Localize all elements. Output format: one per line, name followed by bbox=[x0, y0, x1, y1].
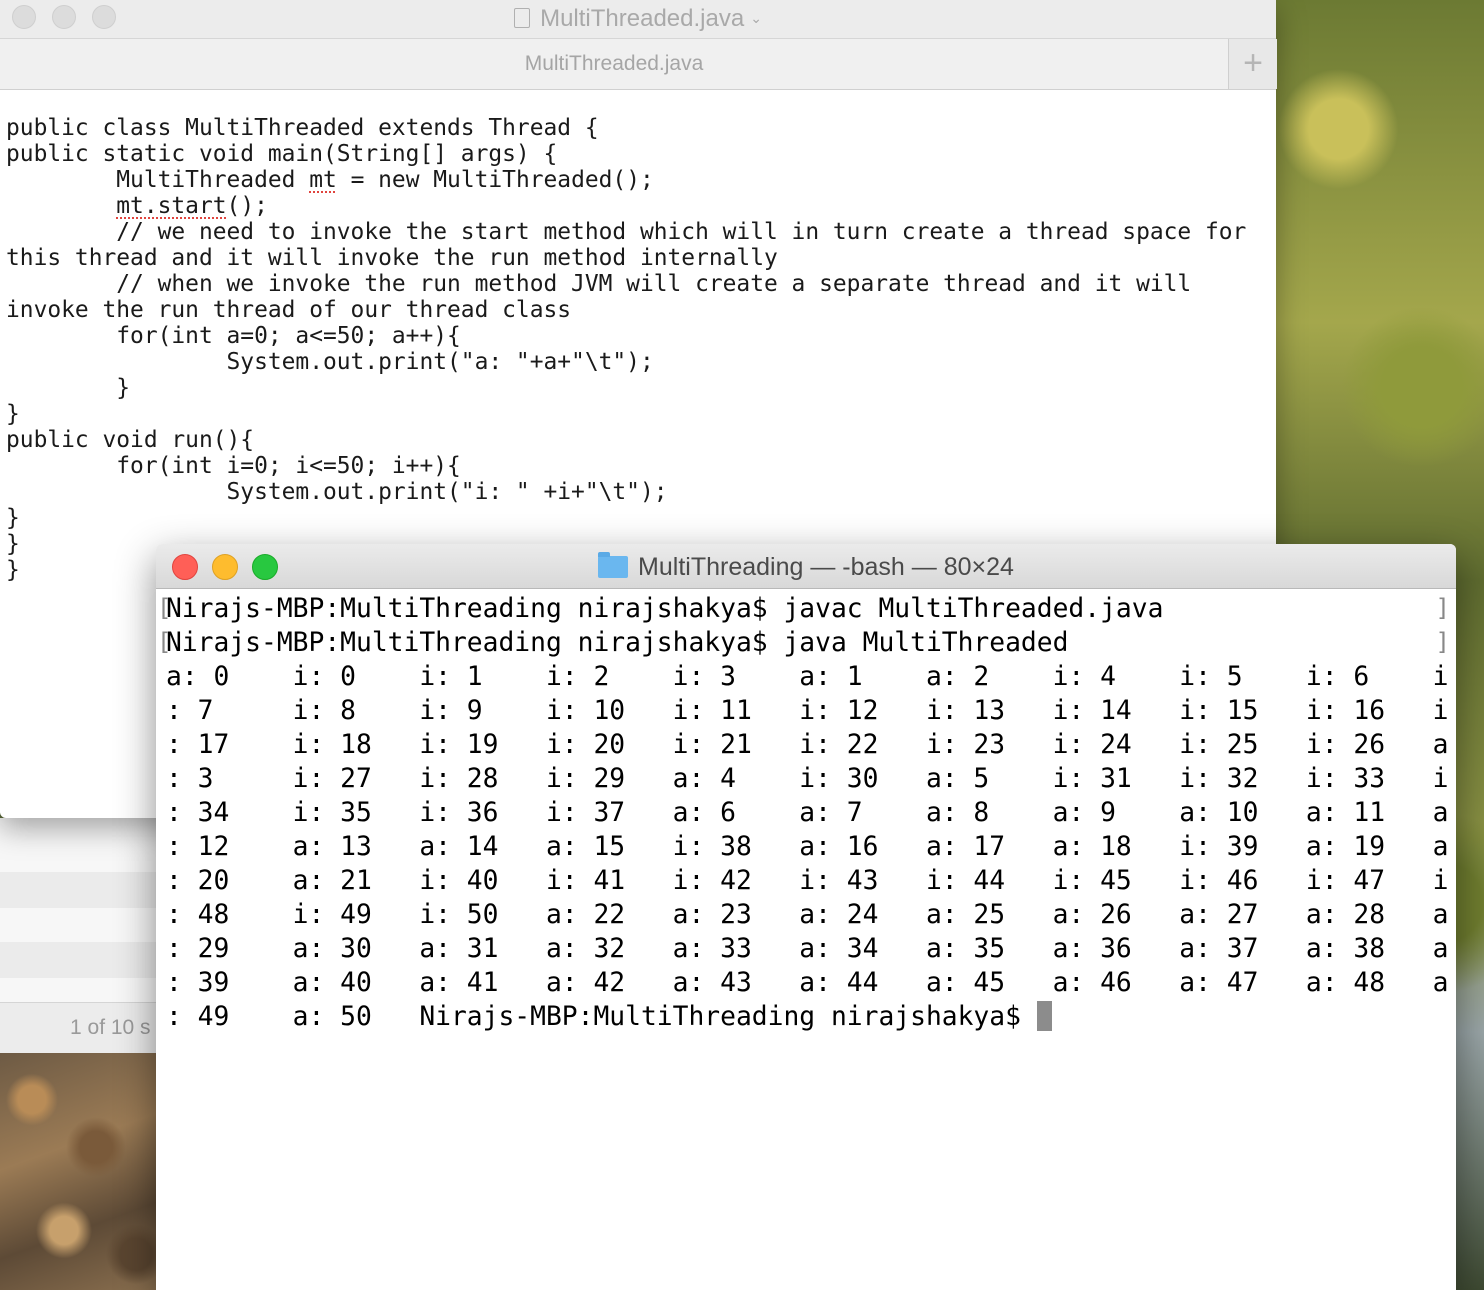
terminal-line: : 17 i: 18 i: 19 i: 20 i: 21 i: 22 i: 23… bbox=[166, 730, 1449, 760]
code-line: } bbox=[6, 557, 20, 583]
background-row bbox=[0, 872, 160, 908]
spelling-marker: mt bbox=[309, 167, 337, 193]
new-tab-button[interactable]: + bbox=[1228, 39, 1277, 89]
terminal-line: : 12 a: 13 a: 14 a: 15 i: 38 a: 16 a: 17… bbox=[166, 832, 1449, 862]
code-line: // when we invoke the run method JVM wil… bbox=[6, 271, 1192, 297]
code-line: for(int a=0; a<=50; a++){ bbox=[6, 323, 461, 349]
editor-title-text: MultiThreaded.java bbox=[540, 5, 745, 32]
code-line: System.out.print("i: " +i+"\t"); bbox=[6, 479, 668, 505]
terminal-line: a: 0 i: 0 i: 1 i: 2 i: 3 a: 1 a: 2 i: 4 … bbox=[166, 662, 1449, 692]
desktop-wallpaper-bottom bbox=[0, 1052, 160, 1290]
code-line: MultiThreaded mt = new MultiThreaded(); bbox=[6, 167, 654, 193]
background-window-footer: 1 of 10 s bbox=[0, 1002, 160, 1053]
terminal-line: : 39 a: 40 a: 41 a: 42 a: 43 a: 44 a: 45… bbox=[166, 968, 1449, 998]
code-editor-text[interactable]: public class MultiThreaded extends Threa… bbox=[6, 115, 1246, 583]
terminal-titlebar[interactable]: MultiThreading — -bash — 80×24 bbox=[156, 544, 1456, 589]
terminal-title-text: MultiThreading — -bash — 80×24 bbox=[638, 553, 1014, 581]
terminal-line: : 29 a: 30 a: 31 a: 32 a: 33 a: 34 a: 35… bbox=[166, 934, 1449, 964]
terminal-line: Nirajs-MBP:MultiThreading nirajshakya$ j… bbox=[166, 594, 1164, 624]
terminal-output[interactable]: Nirajs-MBP:MultiThreading nirajshakya$ j… bbox=[166, 592, 1448, 1034]
code-line: } bbox=[6, 531, 20, 557]
code-line: // we need to invoke the start method wh… bbox=[6, 219, 1247, 245]
text-cursor bbox=[1036, 1001, 1052, 1031]
terminal-line: : 48 i: 49 i: 50 a: 22 a: 23 a: 24 a: 25… bbox=[166, 900, 1449, 930]
terminal-window[interactable]: MultiThreading — -bash — 80×24 [ ] [ ] N… bbox=[156, 544, 1456, 1290]
code-line: System.out.print("a: "+a+"\t"); bbox=[6, 349, 654, 375]
terminal-line: Nirajs-MBP:MultiThreading nirajshakya$ j… bbox=[166, 628, 1069, 658]
code-line: invoke the run thread of our thread clas… bbox=[6, 297, 572, 323]
code-line: this thread and it will invoke the run m… bbox=[6, 245, 778, 271]
terminal-line: : 49 a: 50 Nirajs-MBP:MultiThreading nir… bbox=[166, 1002, 1037, 1032]
document-icon bbox=[514, 8, 531, 28]
terminal-title: MultiThreading — -bash — 80×24 bbox=[156, 552, 1456, 582]
terminal-line: : 3 i: 27 i: 28 i: 29 a: 4 i: 30 a: 5 i:… bbox=[166, 764, 1449, 794]
terminal-line: : 20 a: 21 i: 40 i: 41 i: 42 i: 43 i: 44… bbox=[166, 866, 1449, 896]
code-line: public static void main(String[] args) { bbox=[6, 141, 558, 167]
code-line: public void run(){ bbox=[6, 427, 255, 453]
background-row bbox=[0, 942, 160, 978]
folder-icon bbox=[598, 552, 629, 578]
code-line: mt.start(); bbox=[116, 193, 268, 219]
chevron-down-icon[interactable]: ⌄ bbox=[750, 10, 762, 26]
code-line: for(int i=0; i<=50; i++){ bbox=[6, 453, 461, 479]
code-line: } bbox=[6, 401, 20, 427]
terminal-line: : 7 i: 8 i: 9 i: 10 i: 11 i: 12 i: 13 i:… bbox=[166, 696, 1449, 726]
code-line: } bbox=[6, 375, 131, 401]
spelling-marker: mt.start bbox=[116, 193, 227, 219]
editor-tab-bar: MultiThreaded.java + bbox=[0, 39, 1277, 90]
editor-title[interactable]: MultiThreaded.java ⌄ bbox=[0, 5, 1276, 33]
background-footer-text: 1 of 10 s bbox=[70, 1016, 151, 1039]
tab-multithreaded-java[interactable]: MultiThreaded.java bbox=[0, 52, 1228, 76]
code-line: } bbox=[6, 505, 20, 531]
editor-titlebar[interactable]: MultiThreaded.java ⌄ bbox=[0, 0, 1276, 39]
background-window[interactable]: 1 of 10 s bbox=[0, 818, 160, 1053]
code-line: public class MultiThreaded extends Threa… bbox=[6, 115, 599, 141]
terminal-line: : 34 i: 35 i: 36 i: 37 a: 6 a: 7 a: 8 a:… bbox=[166, 798, 1449, 828]
